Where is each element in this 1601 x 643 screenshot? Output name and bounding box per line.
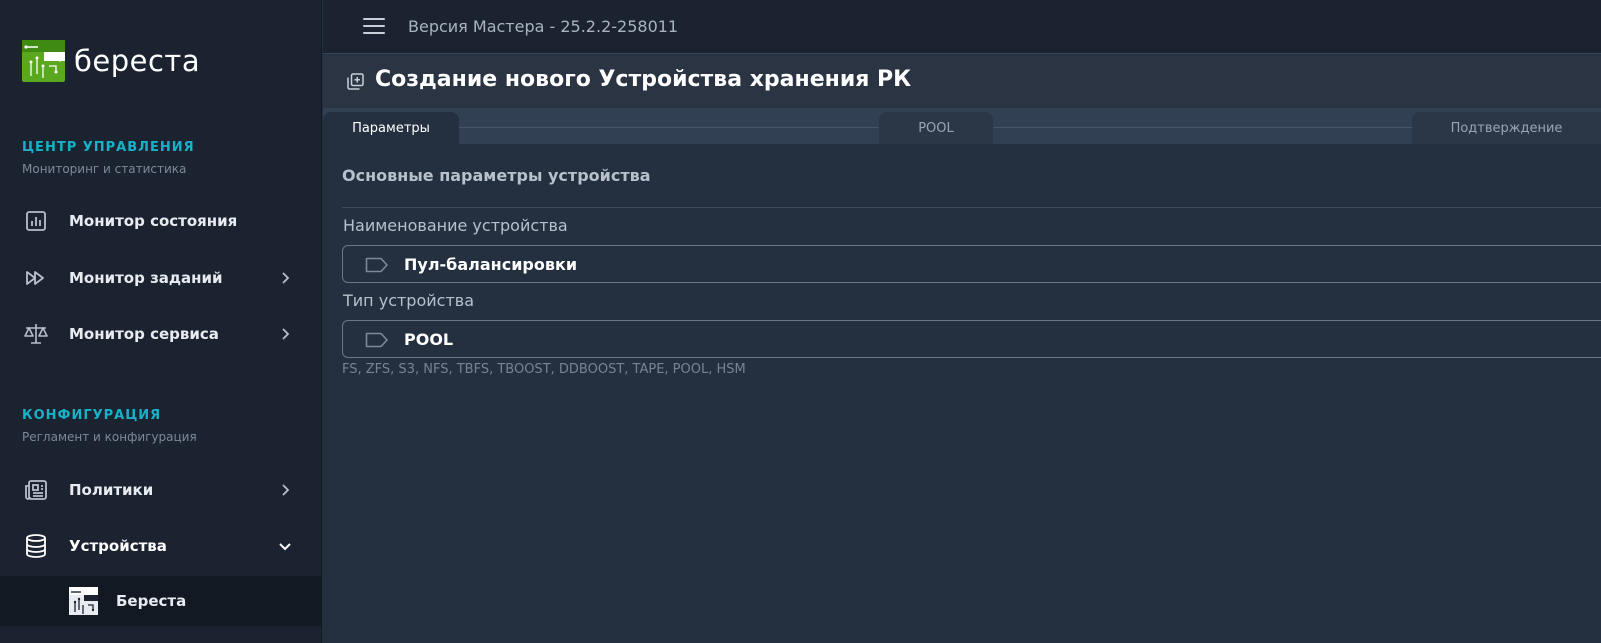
tab-parameters[interactable]: Параметры [323, 112, 459, 144]
scales-icon [22, 320, 50, 348]
device-name-label: Наименование устройства [343, 216, 568, 235]
tab-confirmation[interactable]: Подтверждение [1412, 112, 1601, 144]
page-title: Создание нового Устройства хранения РК [375, 67, 912, 92]
sidebar-item-policies[interactable]: Политики [0, 465, 321, 515]
page-header: Создание нового Устройства хранения РК [323, 55, 1601, 108]
sidebar-item-label: Монитор сервиса [69, 325, 219, 343]
sidebar-item-status-monitor[interactable]: Монитор состояния [0, 196, 321, 246]
section-divider [342, 207, 1601, 208]
chevron-right-icon [278, 271, 292, 285]
database-icon [22, 532, 50, 560]
chevron-right-icon [278, 327, 292, 341]
chart-icon [22, 207, 50, 235]
section-subtitle-configuration: Регламент и конфигурация [22, 430, 197, 444]
tag-icon [365, 257, 388, 273]
section-title-control-center: ЦЕНТР УПРАВЛЕНИЯ [22, 140, 195, 155]
sidebar-item-devices[interactable]: Устройства [0, 521, 321, 571]
brand-logo[interactable]: береста [22, 40, 200, 82]
section-subtitle-control-center: Мониторинг и статистика [22, 162, 187, 176]
beresta-logo-icon [22, 40, 65, 82]
device-type-field[interactable]: POOL [342, 320, 1601, 358]
device-type-label: Тип устройства [343, 291, 474, 310]
tab-pool[interactable]: POOL [879, 112, 993, 144]
brand-name: береста [74, 44, 201, 78]
device-type-value: POOL [404, 330, 454, 349]
sidebar-item-job-monitor[interactable]: Монитор заданий [0, 253, 321, 303]
chevron-right-icon [278, 483, 292, 497]
device-type-hint: FS, ZFS, S3, NFS, TBFS, TBOOST, DDBOOST,… [342, 362, 746, 377]
sidebar-item-label: Монитор заданий [69, 269, 223, 287]
chevron-down-icon [278, 539, 292, 553]
sidebar-item-label: Устройства [69, 537, 167, 555]
fast-forward-icon [22, 264, 50, 292]
newspaper-icon [22, 476, 50, 504]
wizard-stepper: Параметры POOL Подтверждение [323, 108, 1601, 144]
beresta-logo-icon [69, 587, 98, 615]
sidebar-subitem-beresta[interactable]: Береста [0, 576, 321, 626]
sidebar-item-label: Монитор состояния [69, 212, 238, 230]
form-section-title: Основные параметры устройства [342, 166, 651, 185]
topbar: Версия Мастера - 25.2.2-258011 [323, 0, 1601, 54]
add-library-icon [347, 73, 364, 90]
version-label: Версия Мастера - 25.2.2-258011 [408, 17, 679, 36]
sidebar-item-service-monitor[interactable]: Монитор сервиса [0, 309, 321, 359]
sidebar-item-label: Политики [69, 481, 154, 499]
tag-icon [365, 332, 388, 348]
device-name-value: Пул-балансировки [404, 255, 578, 274]
section-title-configuration: КОНФИГУРАЦИЯ [22, 408, 162, 423]
menu-icon[interactable] [363, 16, 385, 36]
sidebar-subitem-label: Береста [116, 592, 187, 610]
device-name-field[interactable]: Пул-балансировки [342, 245, 1601, 283]
sidebar: береста ЦЕНТР УПРАВЛЕНИЯ Мониторинг и ст… [0, 0, 322, 643]
